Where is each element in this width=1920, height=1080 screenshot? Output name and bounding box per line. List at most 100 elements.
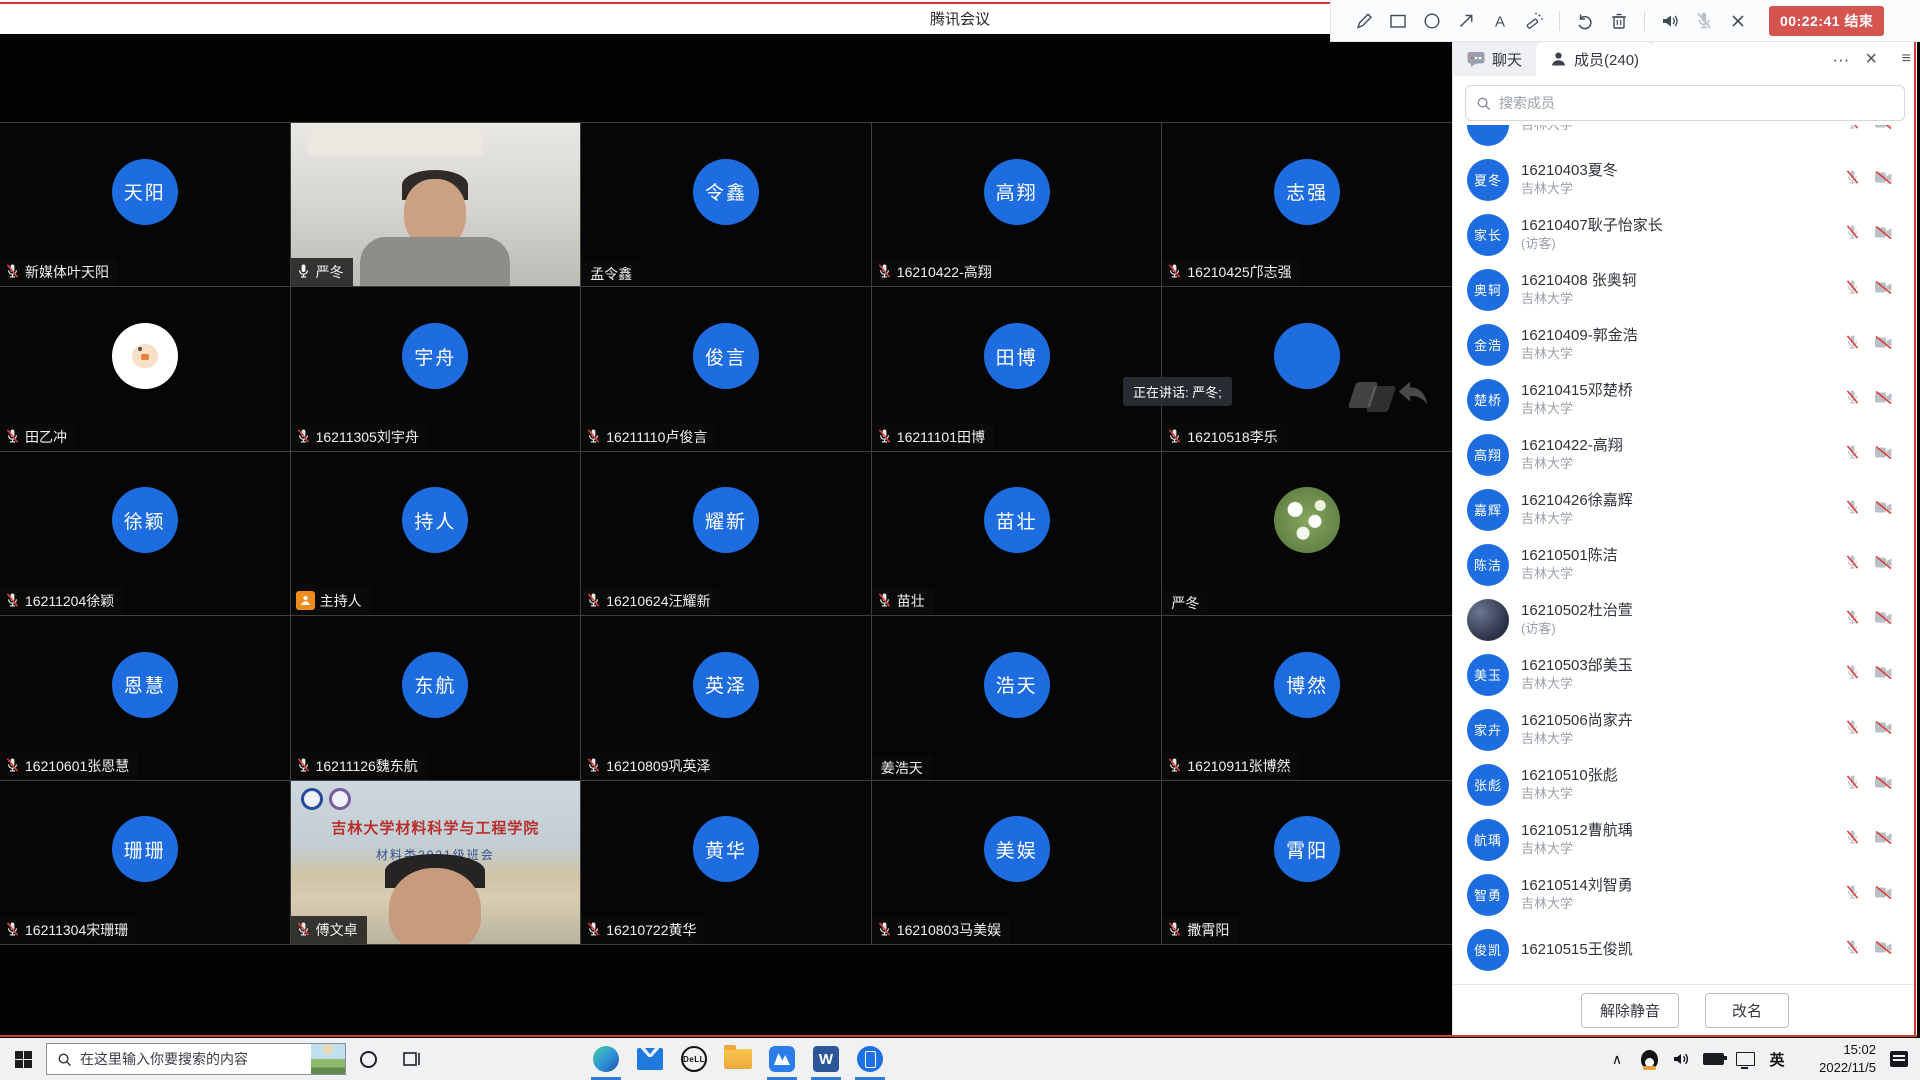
member-camera-muted-icon[interactable] xyxy=(1874,445,1893,465)
search-highlight-image[interactable] xyxy=(311,1044,345,1074)
video-tile[interactable]: 田乙冲 xyxy=(0,287,290,450)
undo-icon[interactable] xyxy=(1568,6,1602,36)
member-row[interactable]: 张彪 16210510张彪 吉林大学 xyxy=(1453,757,1917,812)
member-camera-muted-icon[interactable] xyxy=(1874,665,1893,685)
panel-menu-icon[interactable]: ≡ xyxy=(1902,50,1911,68)
video-tile[interactable]: 田博 16211101田博 xyxy=(872,287,1162,450)
member-camera-muted-icon[interactable] xyxy=(1874,170,1893,190)
tab-members[interactable]: 成员(240) xyxy=(1536,42,1653,76)
video-tile[interactable]: 博然 16210911张博然 xyxy=(1162,616,1452,779)
trash-icon[interactable] xyxy=(1602,6,1636,36)
member-row[interactable]: 家卉 16210506尚家卉 吉林大学 xyxy=(1453,702,1917,757)
video-tile[interactable]: 令鑫 孟令鑫 xyxy=(581,123,871,286)
member-row[interactable]: 夏冬 16210403夏冬 吉林大学 xyxy=(1453,152,1917,207)
video-tile[interactable]: 志强 16210425邝志强 xyxy=(1162,123,1452,286)
start-icon[interactable] xyxy=(0,1038,46,1080)
member-camera-muted-icon[interactable] xyxy=(1874,940,1893,960)
hidden-icons-chevron[interactable]: ∧ xyxy=(1602,1038,1632,1080)
video-tile[interactable]: 宇舟 16211305刘宇舟 xyxy=(291,287,581,450)
tencent-meeting-icon[interactable] xyxy=(760,1038,804,1080)
member-mic-muted-icon[interactable] xyxy=(1845,774,1860,795)
video-tile[interactable]: 英泽 16210809巩英泽 xyxy=(581,616,871,779)
member-row[interactable]: 金浩 16210409-郭金浩 吉林大学 xyxy=(1453,317,1917,372)
member-mic-muted-icon[interactable] xyxy=(1845,829,1860,850)
member-camera-muted-icon[interactable] xyxy=(1874,555,1893,575)
member-row[interactable]: 俊凯 16210515王俊凯 xyxy=(1453,922,1917,977)
member-row[interactable]: 16210502杜治萱 (访客) xyxy=(1453,592,1917,647)
member-mic-muted-icon[interactable] xyxy=(1845,444,1860,465)
member-mic-muted-icon[interactable] xyxy=(1845,334,1860,355)
task-view-icon[interactable] xyxy=(390,1038,434,1080)
arrow-icon[interactable] xyxy=(1449,6,1483,36)
member-camera-muted-icon[interactable] xyxy=(1874,125,1893,135)
taskbar-clock[interactable]: 15:02 2022/11/5 xyxy=(1794,1041,1882,1076)
member-mic-muted-icon[interactable] xyxy=(1845,609,1860,630)
display-network-icon[interactable] xyxy=(1730,1038,1760,1080)
member-camera-muted-icon[interactable] xyxy=(1874,390,1893,410)
member-row[interactable]: 航瑀 16210512曹航瑀 吉林大学 xyxy=(1453,812,1917,867)
taskbar-search-input[interactable]: 在这里输入你要搜索的内容 xyxy=(46,1043,346,1075)
video-tile[interactable]: 苗壮 苗壮 xyxy=(872,452,1162,615)
panel-more-icon[interactable]: ··· xyxy=(1832,51,1849,68)
member-mic-muted-icon[interactable] xyxy=(1845,939,1860,960)
input-language[interactable]: 英 xyxy=(1762,1038,1792,1080)
member-row[interactable]: 美玉 16210503邰美玉 吉林大学 xyxy=(1453,647,1917,702)
member-search-input[interactable]: 搜索成员 xyxy=(1465,85,1905,121)
member-row[interactable]: 高翔 16210422-高翔 吉林大学 xyxy=(1453,427,1917,482)
member-mic-muted-icon[interactable] xyxy=(1845,664,1860,685)
unmute-button[interactable]: 解除静音 xyxy=(1581,993,1679,1028)
video-tile[interactable]: 吉林大学材料科学与工程学院材料类2021级班会 傅文卓 xyxy=(291,781,581,944)
rectangle-icon[interactable] xyxy=(1381,6,1415,36)
member-camera-muted-icon[interactable] xyxy=(1874,775,1893,795)
mic-muted-icon[interactable] xyxy=(1687,6,1721,36)
member-camera-muted-icon[interactable] xyxy=(1874,830,1893,850)
video-tile[interactable]: 霄阳 撒霄阳 xyxy=(1162,781,1452,944)
tab-chat[interactable]: 聊天 xyxy=(1453,42,1536,76)
member-camera-muted-icon[interactable] xyxy=(1874,885,1893,905)
member-row[interactable]: 家长 16210407耿子怡家长 (访客) xyxy=(1453,207,1917,262)
ellipse-icon[interactable] xyxy=(1415,6,1449,36)
video-tile[interactable]: 16210518李乐 xyxy=(1162,287,1452,450)
member-mic-muted-icon[interactable] xyxy=(1845,554,1860,575)
video-tile[interactable]: 珊珊 16211304宋珊珊 xyxy=(0,781,290,944)
meeting-timer-end-button[interactable]: 00:22:41 结束 xyxy=(1769,6,1884,36)
member-camera-muted-icon[interactable] xyxy=(1874,335,1893,355)
video-tile[interactable]: 天阳 新媒体叶天阳 xyxy=(0,123,290,286)
speaker-icon[interactable] xyxy=(1653,6,1687,36)
video-tile[interactable]: 浩天 姜浩天 xyxy=(872,616,1162,779)
video-tile[interactable]: 恩慧 16210601张恩慧 xyxy=(0,616,290,779)
pen-icon[interactable] xyxy=(1347,6,1381,36)
video-tile[interactable]: 俊言 16211110卢俊言 xyxy=(581,287,871,450)
video-tile[interactable]: 耀新 16210624汪耀新 xyxy=(581,452,871,615)
volume-icon[interactable] xyxy=(1666,1038,1696,1080)
text-icon[interactable]: A xyxy=(1483,6,1517,36)
word-icon[interactable]: W xyxy=(804,1038,848,1080)
mail-icon[interactable] xyxy=(628,1038,672,1080)
video-tile[interactable]: 徐颖 16211204徐颖 xyxy=(0,452,290,615)
member-mic-muted-icon[interactable] xyxy=(1845,389,1860,410)
rename-button[interactable]: 改名 xyxy=(1705,993,1789,1028)
qq-icon[interactable] xyxy=(1634,1038,1664,1080)
panel-close-icon[interactable]: × xyxy=(1865,49,1877,69)
member-row[interactable]: 智勇 16210514刘智勇 吉林大学 xyxy=(1453,867,1917,922)
member-camera-muted-icon[interactable] xyxy=(1874,720,1893,740)
video-tile[interactable]: 黄华 16210722黄华 xyxy=(581,781,871,944)
member-row[interactable]: 陈洁 16210501陈洁 吉林大学 xyxy=(1453,537,1917,592)
member-mic-muted-icon[interactable] xyxy=(1845,279,1860,300)
your-phone-icon[interactable] xyxy=(848,1038,892,1080)
video-tile[interactable]: 持人 主持人 xyxy=(291,452,581,615)
close-icon[interactable] xyxy=(1721,6,1755,36)
member-mic-muted-icon[interactable] xyxy=(1845,884,1860,905)
member-camera-muted-icon[interactable] xyxy=(1874,225,1893,245)
file-explorer-icon[interactable] xyxy=(716,1038,760,1080)
member-mic-muted-icon[interactable] xyxy=(1845,125,1860,135)
member-mic-muted-icon[interactable] xyxy=(1845,169,1860,190)
video-tile[interactable]: 高翔 16210422-高翔 xyxy=(872,123,1162,286)
laser-pointer-icon[interactable] xyxy=(1517,6,1551,36)
video-tile[interactable]: 东航 16211126魏东航 xyxy=(291,616,581,779)
dell-icon[interactable]: DeLL xyxy=(672,1038,716,1080)
battery-icon[interactable] xyxy=(1698,1038,1728,1080)
member-camera-muted-icon[interactable] xyxy=(1874,500,1893,520)
member-camera-muted-icon[interactable] xyxy=(1874,280,1893,300)
video-tile[interactable]: 严冬 xyxy=(1162,452,1452,615)
